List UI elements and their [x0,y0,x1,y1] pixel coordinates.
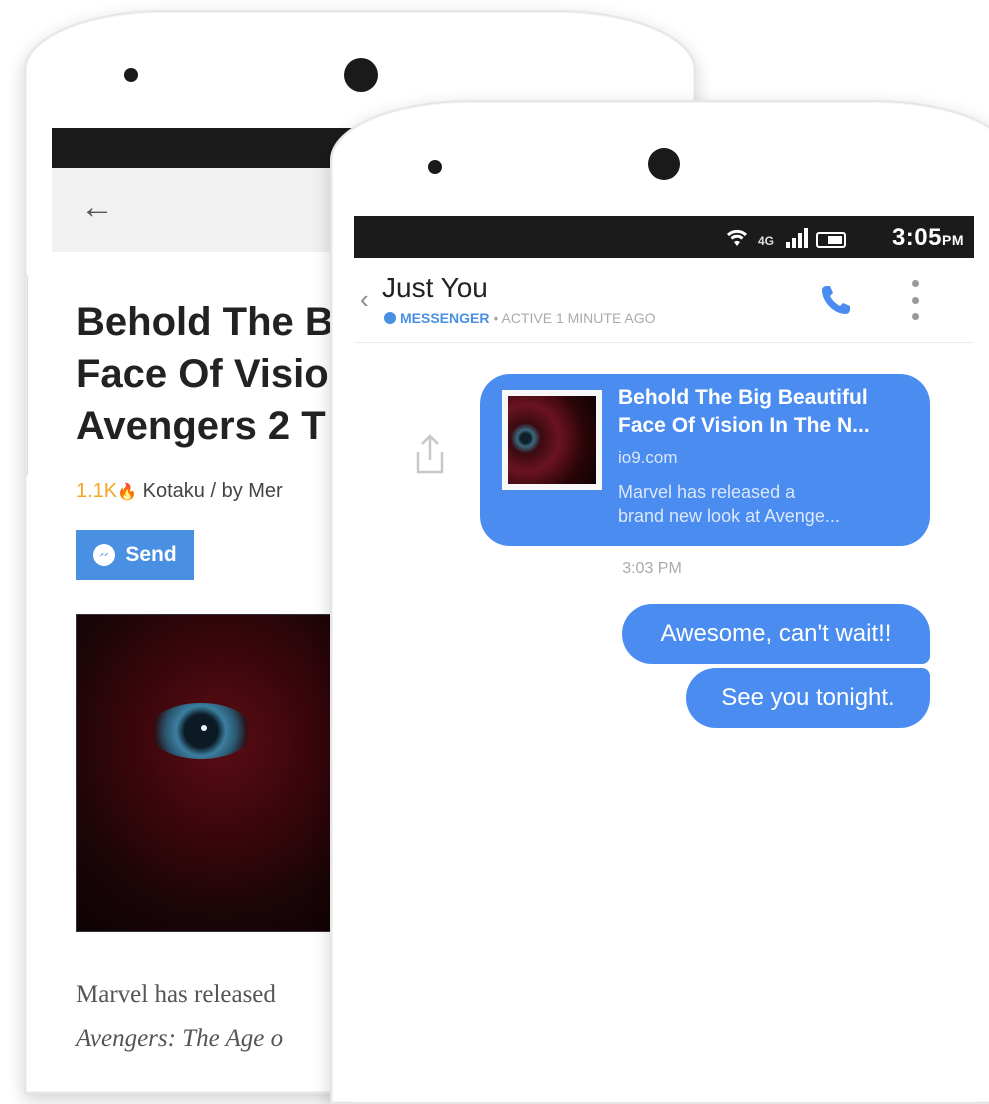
link-thumbnail [502,390,602,490]
active-status: • ACTIVE 1 MINUTE AGO [493,310,656,326]
network-type: 4G [757,234,774,248]
back-arrow-icon[interactable]: ← [80,190,114,224]
message-bubble[interactable]: See you tonight. [686,668,930,728]
flame-icon: 🔥 [117,484,138,501]
article-meta: 1.1K🔥 Kotaku / by Mer [76,480,283,503]
wifi-icon [726,229,748,246]
link-desc-line: brand new look at Avenge... [618,506,840,526]
messenger-screen: 4G 3:05PM ‹ Just You MESSENGER • ACTIVE … [354,216,974,1102]
front-camera [344,58,378,92]
signal-icon [786,228,808,248]
status-time: 3:05PM [892,224,964,252]
share-count: 1.1K [76,480,118,502]
time-ampm: PM [942,232,964,248]
message-timestamp: 3:03 PM [354,560,974,578]
chevron-left-icon[interactable]: ‹ [360,284,369,315]
link-preview-message[interactable]: Behold The Big Beautiful Face Of Vision … [480,374,930,546]
front-sensor [124,68,138,82]
messenger-icon [93,544,116,566]
chat-title[interactable]: Just You [382,272,488,304]
link-domain: io9.com [618,448,678,467]
timestamp-text: 3:03 PM [622,560,682,577]
status-bar: 4G 3:05PM [354,216,974,258]
message-bubble[interactable]: Awesome, can't wait!! [622,604,930,664]
eye-glint [201,725,207,731]
link-title: Behold The Big Beautiful Face Of Vision … [618,384,918,440]
link-title-line: Face Of Vision In The N... [618,414,870,437]
chat-subtitle: MESSENGER • ACTIVE 1 MINUTE AGO [384,310,656,326]
battery-icon [816,232,846,248]
more-vert-icon[interactable] [910,280,920,320]
link-description: Marvel has released a brand new look at … [618,480,918,528]
status-icons: 4G [724,226,846,248]
chat-header: ‹ Just You MESSENGER • ACTIVE 1 MINUTE A… [354,258,974,343]
app-name: MESSENGER [400,310,490,326]
front-camera [648,148,680,180]
front-sensor [428,160,442,174]
send-label: Send [125,543,177,566]
send-button[interactable]: Send [76,530,194,580]
front-phone: 4G 3:05PM ‹ Just You MESSENGER • ACTIVE … [330,100,989,1104]
link-desc-line: Marvel has released a [618,482,796,502]
eye-graphic [149,703,253,759]
side-button [26,274,28,476]
messenger-icon [384,312,396,324]
share-icon[interactable] [412,432,448,476]
phone-icon[interactable] [816,280,856,320]
time-value: 3:05 [891,224,942,251]
link-title-line: Behold The Big Beautiful [618,386,868,409]
article-source: Kotaku / by Mer [142,480,283,502]
